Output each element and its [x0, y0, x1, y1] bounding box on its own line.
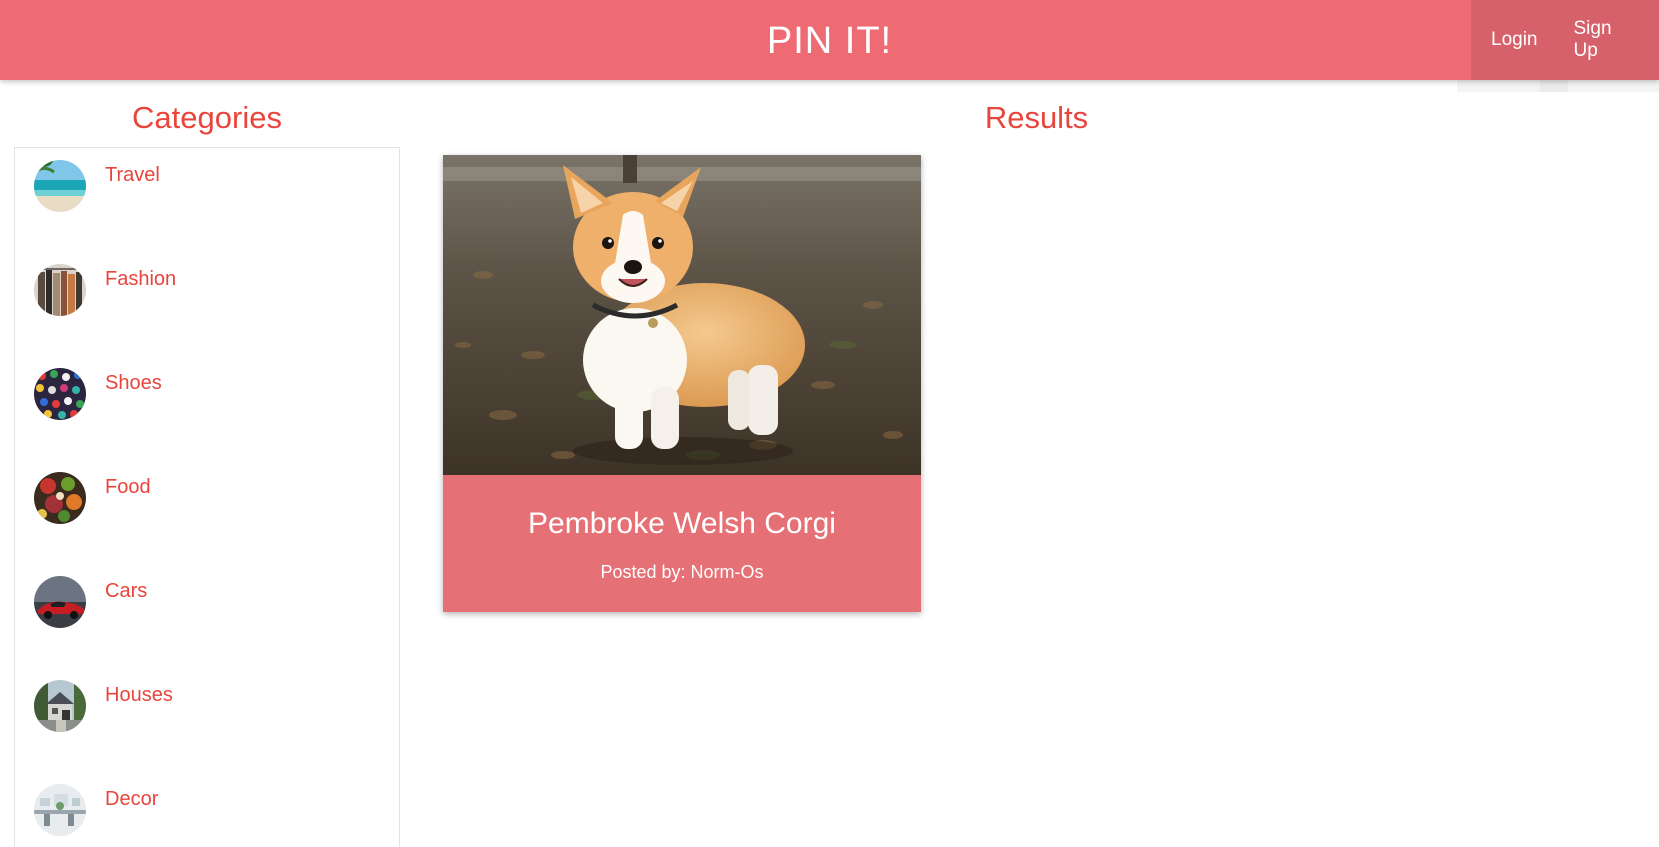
decor-thumbnail [34, 784, 86, 836]
category-item-food[interactable]: Food [15, 460, 399, 530]
card-title: Pembroke Welsh Corgi [443, 507, 921, 541]
result-card[interactable]: Pembroke Welsh Corgi Posted by: Norm-Os [443, 155, 921, 612]
top-navbar: PIN IT! Login Sign Up [0, 0, 1659, 80]
cars-thumbnail [34, 576, 86, 628]
card-body: Pembroke Welsh Corgi Posted by: Norm-Os [443, 475, 921, 612]
fashion-thumbnail [34, 264, 86, 316]
brand-title[interactable]: PIN IT! [0, 0, 1659, 80]
food-thumbnail [34, 472, 86, 524]
category-label: Shoes [105, 372, 162, 395]
signup-link[interactable]: Sign Up [1556, 18, 1659, 62]
category-label: Houses [105, 684, 173, 707]
category-item-fashion[interactable]: Fashion [15, 252, 399, 322]
category-label: Food [105, 476, 151, 499]
houses-thumbnail [34, 680, 86, 732]
categories-sidebar: Travel Fashion [14, 147, 400, 847]
category-label: Travel [105, 164, 160, 187]
nav-auth-group: Login Sign Up [1471, 0, 1659, 80]
category-label: Cars [105, 580, 147, 603]
shoes-thumbnail [34, 368, 86, 420]
login-link[interactable]: Login [1471, 29, 1556, 51]
results-heading: Results [400, 100, 1659, 136]
category-label: Fashion [105, 268, 176, 291]
categories-heading: Categories [14, 100, 400, 136]
corgi-photo [443, 155, 921, 475]
category-item-cars[interactable]: Cars [15, 564, 399, 634]
nav-shadow-strip [1457, 80, 1659, 92]
category-item-houses[interactable]: Houses [15, 668, 399, 738]
category-item-travel[interactable]: Travel [15, 148, 399, 218]
card-posted-by: Posted by: Norm-Os [443, 562, 921, 583]
category-item-decor[interactable]: Decor [15, 772, 399, 842]
category-item-shoes[interactable]: Shoes [15, 356, 399, 426]
category-label: Decor [105, 788, 158, 811]
travel-thumbnail [34, 160, 86, 212]
